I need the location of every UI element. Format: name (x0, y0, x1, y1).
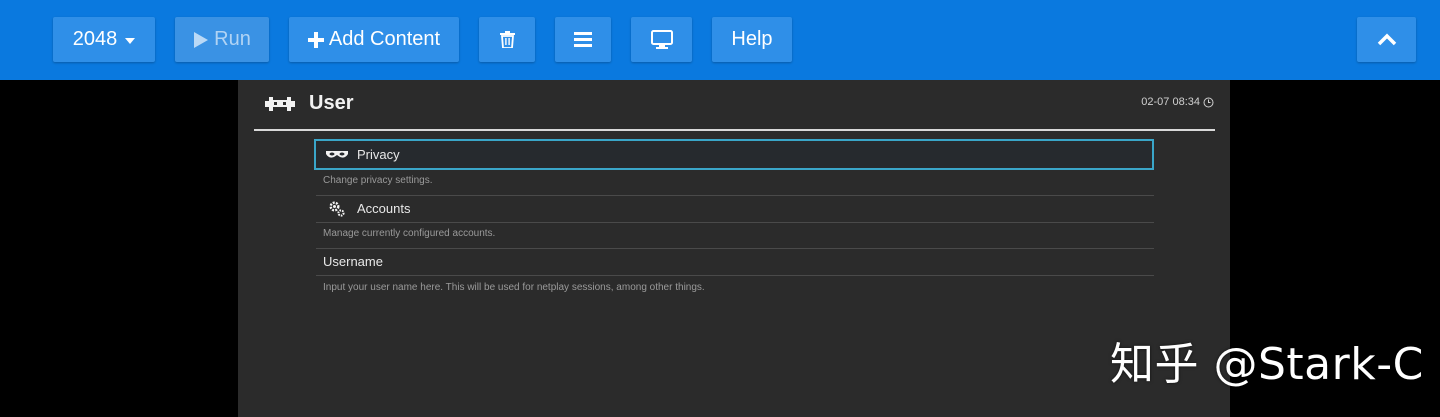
chevron-up-icon (1377, 33, 1396, 46)
menu-button[interactable] (555, 17, 611, 62)
divider (316, 275, 1154, 276)
menu-icon (574, 32, 592, 47)
menu-item-label: Privacy (357, 147, 400, 162)
caret-down-icon (125, 37, 136, 44)
clock: 02-07 08:34 (1141, 96, 1214, 108)
monitor-icon (650, 30, 673, 49)
header-divider (254, 129, 1215, 131)
help-button[interactable]: Help (712, 17, 792, 62)
clock-text: 02-07 08:34 (1141, 96, 1200, 108)
delete-button[interactable] (479, 17, 535, 62)
watermark: 知乎 @Stark-C (1110, 339, 1424, 390)
menu-item-sublabel: Input your user name here. This will be … (323, 282, 705, 293)
divider (316, 222, 1154, 223)
menu-item-label: Username (323, 254, 383, 269)
menu-item-username[interactable]: Username (316, 248, 1154, 275)
game-select-dropdown[interactable]: 2048 (53, 17, 155, 62)
game-select-value: 2048 (72, 28, 118, 50)
mask-icon (326, 150, 348, 160)
add-content-button[interactable]: Add Content (289, 17, 459, 62)
clock-icon (1203, 97, 1214, 107)
run-button[interactable]: Run (175, 17, 269, 62)
fullscreen-button[interactable] (631, 17, 692, 62)
run-label: Run (214, 28, 251, 50)
gears-icon (326, 201, 348, 217)
play-icon (194, 31, 209, 48)
plus-icon (307, 31, 324, 48)
add-content-label: Add Content (328, 28, 441, 50)
menu-item-privacy[interactable]: Privacy (314, 139, 1154, 170)
menu-item-sublabel: Manage currently configured accounts. (323, 228, 496, 239)
menu-item-accounts[interactable]: Accounts (316, 195, 1154, 222)
trash-icon (499, 31, 515, 48)
menu-item-sublabel: Change privacy settings. (323, 175, 433, 186)
emulator-screen[interactable]: User 02-07 08:34 Privacy Change privacy … (238, 80, 1230, 417)
screen-title: User (309, 92, 354, 114)
user-invader-icon (265, 97, 295, 111)
help-label: Help (731, 28, 773, 50)
menu-item-label: Accounts (357, 201, 411, 216)
toolbar: 2048 Run Add Content Help (0, 0, 1440, 80)
collapse-button[interactable] (1357, 17, 1416, 62)
